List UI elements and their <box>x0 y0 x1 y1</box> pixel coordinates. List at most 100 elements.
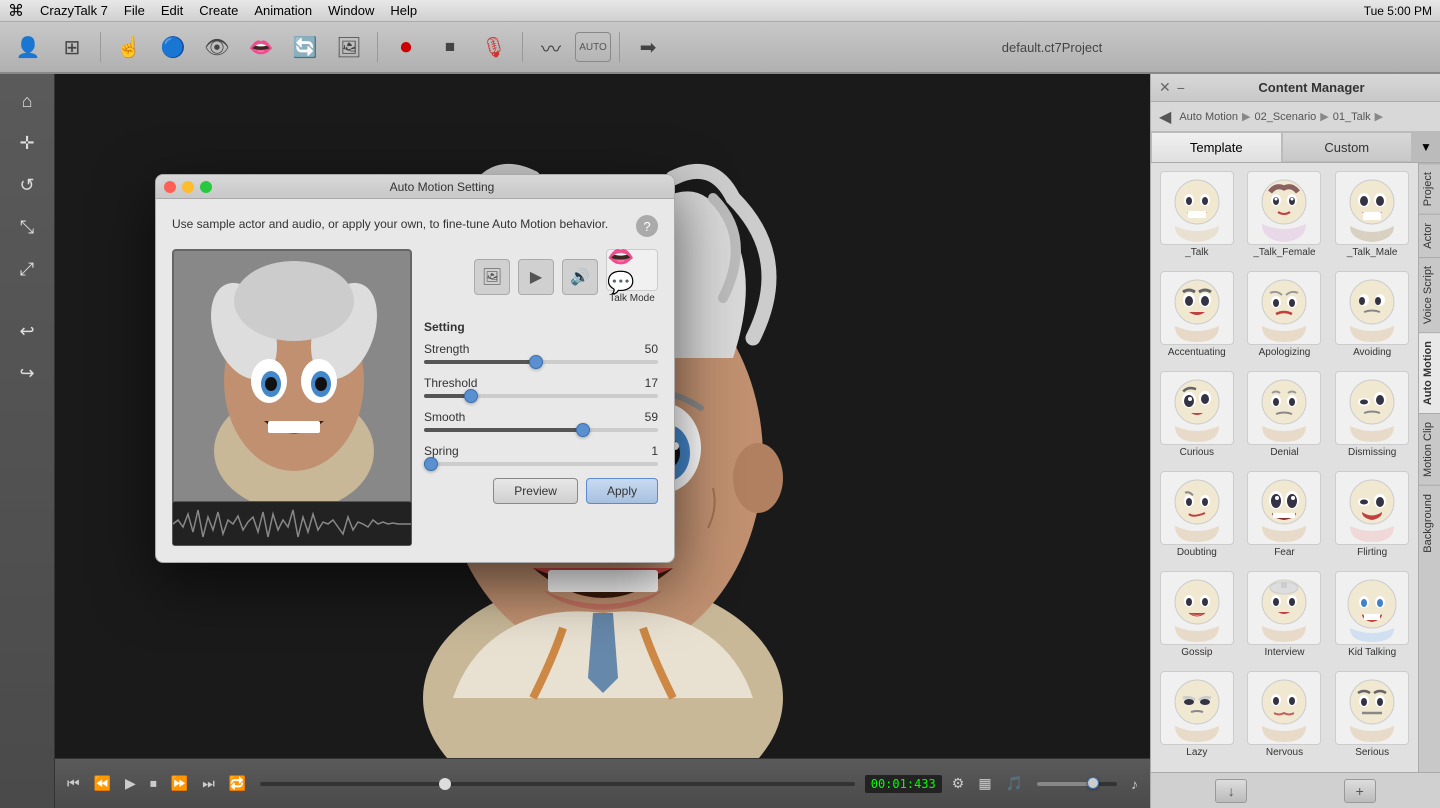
grid-item-fear[interactable]: Fear <box>1243 467 1327 563</box>
menu-animation[interactable]: Animation <box>254 3 312 18</box>
grid-item-doubting[interactable]: Doubting <box>1155 467 1239 563</box>
toolbar-person-icon[interactable]: 👤 <box>8 27 48 67</box>
timeline-audio[interactable]: 🎵 <box>1002 773 1027 794</box>
cm-collapse-btn[interactable]: − <box>1177 80 1185 96</box>
slider-spring-thumb[interactable] <box>424 457 438 471</box>
dialog-maximize-btn[interactable] <box>200 181 212 193</box>
tab-custom[interactable]: Custom <box>1282 132 1413 162</box>
tool-rotate[interactable]: ↺ <box>8 166 46 204</box>
slider-strength-thumb[interactable] <box>529 355 543 369</box>
timeline-position-thumb[interactable] <box>439 778 451 790</box>
grid-item-gossip[interactable]: Gossip <box>1155 567 1239 663</box>
toolbar-mirror-icon[interactable]: 🔄 <box>285 27 325 67</box>
tool-move[interactable]: ✛ <box>8 124 46 162</box>
mode-icon-1[interactable]: 🖼 <box>474 259 510 295</box>
toolbar-image-icon[interactable]: 🖼 <box>329 27 369 67</box>
tool-undo[interactable]: ↩ <box>8 312 46 350</box>
menu-help[interactable]: Help <box>390 3 417 18</box>
toolbar-gesture-icon[interactable]: ☝️ <box>109 27 149 67</box>
dialog-minimize-btn[interactable] <box>182 181 194 193</box>
sidebar-tab-project[interactable]: Project <box>1419 163 1440 214</box>
timeline-next-end[interactable]: ⏭ <box>198 773 219 794</box>
sidebar-tab-auto-motion[interactable]: Auto Motion <box>1419 332 1440 413</box>
grid-item-lazy[interactable]: Lazy <box>1155 667 1239 763</box>
slider-smooth-thumb[interactable] <box>576 423 590 437</box>
tab-dropdown-btn[interactable]: ▼ <box>1412 132 1440 162</box>
slider-strength-track[interactable] <box>424 360 658 364</box>
tool-redo[interactable]: ↪ <box>8 354 46 392</box>
breadcrumb-auto-motion[interactable]: Auto Motion <box>1179 111 1238 123</box>
breadcrumb-scenario[interactable]: 02_Scenario <box>1254 111 1316 123</box>
timeline-volume-thumb[interactable] <box>1087 777 1099 789</box>
mode-icon-2[interactable]: ▶ <box>518 259 554 295</box>
dialog-close-btn[interactable] <box>164 181 176 193</box>
grid-item-curious[interactable]: Curious <box>1155 367 1239 463</box>
apple-menu[interactable]: ⌘ <box>8 1 24 21</box>
mode-icon-3[interactable]: 🔊 <box>562 259 598 295</box>
sidebar-tab-voice-script[interactable]: Voice Script <box>1419 257 1440 332</box>
cm-add-btn[interactable]: + <box>1344 779 1376 803</box>
breadcrumb-talk[interactable]: 01_Talk <box>1333 111 1371 123</box>
timeline-prev-end[interactable]: ⏮ <box>63 773 84 794</box>
timeline-view[interactable]: ▦ <box>974 773 995 794</box>
grid-item-kid-talking[interactable]: Kid Talking <box>1330 567 1414 663</box>
sidebar-tab-actor[interactable]: Actor <box>1419 214 1440 257</box>
menu-file[interactable]: File <box>124 3 145 18</box>
grid-item-dismissing[interactable]: Dismissing <box>1330 367 1414 463</box>
timeline-next-frame[interactable]: ⏩ <box>167 773 192 794</box>
toolbar-lips-icon[interactable]: 👄 <box>241 27 281 67</box>
tool-expand[interactable]: ⤢ <box>8 250 46 288</box>
timeline-stop[interactable]: ⏹ <box>146 773 161 794</box>
menu-appname[interactable]: CrazyTalk 7 <box>40 3 108 18</box>
toolbar-export-icon[interactable]: ➡ <box>628 27 668 67</box>
slider-spring-track[interactable] <box>424 462 658 466</box>
tab-template[interactable]: Template <box>1151 132 1282 162</box>
toolbar-eye-icon[interactable]: 👁 <box>197 27 237 67</box>
grid-item-accentuating[interactable]: Accentuating <box>1155 267 1239 363</box>
menu-window[interactable]: Window <box>328 3 374 18</box>
timeline-settings[interactable]: ⚙ <box>948 773 969 794</box>
toolbar-auto-btn[interactable]: AUTO <box>575 32 611 62</box>
sidebar-tab-background[interactable]: Background <box>1419 485 1440 561</box>
tool-scale[interactable]: ⤡ <box>8 208 46 246</box>
tool-home[interactable]: ⌂ <box>8 82 46 120</box>
dialog-help-btn[interactable]: ? <box>636 215 658 237</box>
grid-item-nervous[interactable]: Nervous <box>1243 667 1327 763</box>
timeline-prev-frame[interactable]: ⏪ <box>90 773 115 794</box>
timeline-progress-bar[interactable] <box>260 782 854 786</box>
toolbar-sep1 <box>100 32 101 62</box>
slider-threshold-track[interactable] <box>424 394 658 398</box>
breadcrumb-back-btn[interactable]: ◀ <box>1159 107 1171 127</box>
timeline-loop[interactable]: 🔁 <box>225 773 250 794</box>
toolbar-waveform-icon[interactable]: 〰 <box>531 27 571 67</box>
timeline-note[interactable]: ♪ <box>1127 774 1142 794</box>
menu-create[interactable]: Create <box>199 3 238 18</box>
grid-item-talk[interactable]: _Talk <box>1155 167 1239 263</box>
cm-header: ✕ − Content Manager <box>1151 74 1440 102</box>
timeline-play[interactable]: ▶ <box>121 773 140 794</box>
sidebar-tab-motion-clip[interactable]: Motion Clip <box>1419 413 1440 485</box>
grid-item-apologizing[interactable]: Apologizing <box>1243 267 1327 363</box>
slider-smooth-track[interactable] <box>424 428 658 432</box>
grid-item-flirting[interactable]: Flirting <box>1330 467 1414 563</box>
toolbar-stop-icon[interactable]: ⏹ <box>430 27 470 67</box>
toolbar-record-icon[interactable]: ⏺ <box>386 27 426 67</box>
slider-threshold-thumb[interactable] <box>464 389 478 403</box>
grid-item-talk-female[interactable]: _Talk_Female <box>1243 167 1327 263</box>
grid-item-denial[interactable]: Denial <box>1243 367 1327 463</box>
grid-item-talk-male[interactable]: _Talk_Male <box>1330 167 1414 263</box>
cm-download-btn[interactable]: ↓ <box>1215 779 1247 803</box>
toolbar-grid-icon[interactable]: ⊞ <box>52 27 92 67</box>
talk-mode-label: Talk Mode <box>609 293 655 304</box>
toolbar-audio-icon[interactable]: 🎙 <box>474 27 514 67</box>
menu-edit[interactable]: Edit <box>161 3 183 18</box>
timeline-audio-bar[interactable] <box>1037 782 1117 786</box>
grid-item-avoiding[interactable]: Avoiding <box>1330 267 1414 363</box>
talk-mode-button[interactable]: 👄💬 Talk Mode <box>606 249 658 304</box>
preview-button[interactable]: Preview <box>493 478 578 504</box>
toolbar-head-icon[interactable]: 🔵 <box>153 27 193 67</box>
apply-button[interactable]: Apply <box>586 478 658 504</box>
grid-item-interview[interactable]: Interview <box>1243 567 1327 663</box>
cm-close-btn[interactable]: ✕ <box>1159 79 1171 96</box>
grid-item-serious[interactable]: Serious <box>1330 667 1414 763</box>
